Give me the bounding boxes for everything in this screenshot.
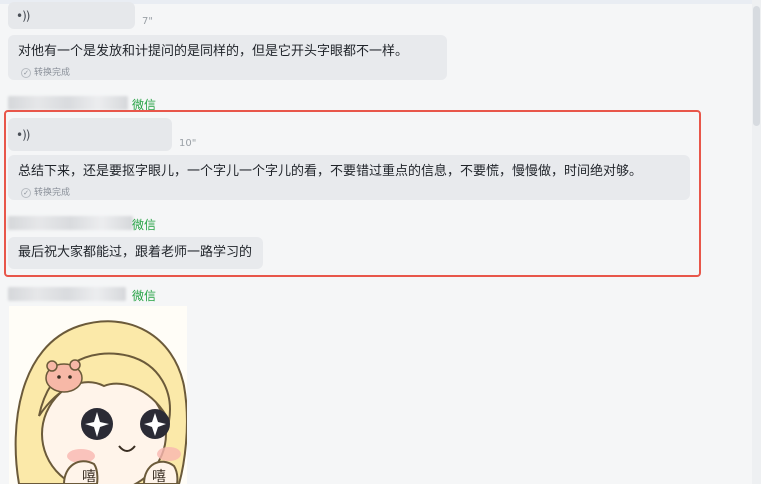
sticker-text-left: 嘻 [82, 469, 96, 484]
message-text: 最后祝大家都能过，跟着老师一路学习的 [18, 245, 253, 260]
blurred-sender-name [8, 287, 126, 301]
conversion-status: ✓ 转换完成 [21, 184, 70, 202]
sticker-image[interactable]: 嘻 嘻 [9, 306, 187, 484]
text-message[interactable]: 最后祝大家都能过，跟着老师一路学习的 [8, 237, 263, 269]
text-message[interactable]: 总结下来，还是要抠字眼儿，一个字儿一个字儿的看，不要错过重点的信息，不要慌，慢慢… [8, 155, 690, 200]
conversion-label: 转换完成 [34, 68, 71, 78]
scrollbar[interactable] [752, 0, 761, 484]
voice-message[interactable]: •)) [8, 2, 135, 29]
sender-row: 微信 [8, 287, 168, 303]
cartoon-girl-sticker [14, 320, 187, 484]
conversion-status: ✓ 转换完成 [21, 64, 70, 82]
voice-wave-icon: •)) [16, 8, 30, 23]
wechat-tag: 微信 [132, 218, 157, 232]
voice-message[interactable]: •)) [8, 118, 172, 151]
blurred-sender-name [8, 96, 128, 110]
scrollbar-thumb[interactable] [753, 6, 760, 126]
check-icon: ✓ [21, 188, 31, 198]
voice-duration: 10" [179, 138, 197, 149]
blurred-sender-name [8, 216, 133, 230]
sender-row: 微信 [8, 216, 168, 232]
sticker-text-right: 嘻 [152, 469, 166, 484]
sender-row: 微信 [8, 96, 168, 112]
conversion-label: 转换完成 [34, 188, 71, 198]
voice-duration: 7" [142, 16, 153, 27]
wechat-tag: 微信 [132, 289, 157, 303]
message-text: 对他有一个是发放和计提问的是同样的，但是它开头字眼都不一样。 [18, 44, 409, 59]
voice-wave-icon: •)) [16, 127, 30, 142]
text-message[interactable]: 对他有一个是发放和计提问的是同样的，但是它开头字眼都不一样。 ✓ 转换完成 [8, 35, 447, 80]
message-text: 总结下来，还是要抠字眼儿，一个字儿一个字儿的看，不要错过重点的信息，不要慌，慢慢… [18, 164, 643, 179]
wechat-tag: 微信 [132, 98, 157, 112]
check-icon: ✓ [21, 68, 31, 78]
